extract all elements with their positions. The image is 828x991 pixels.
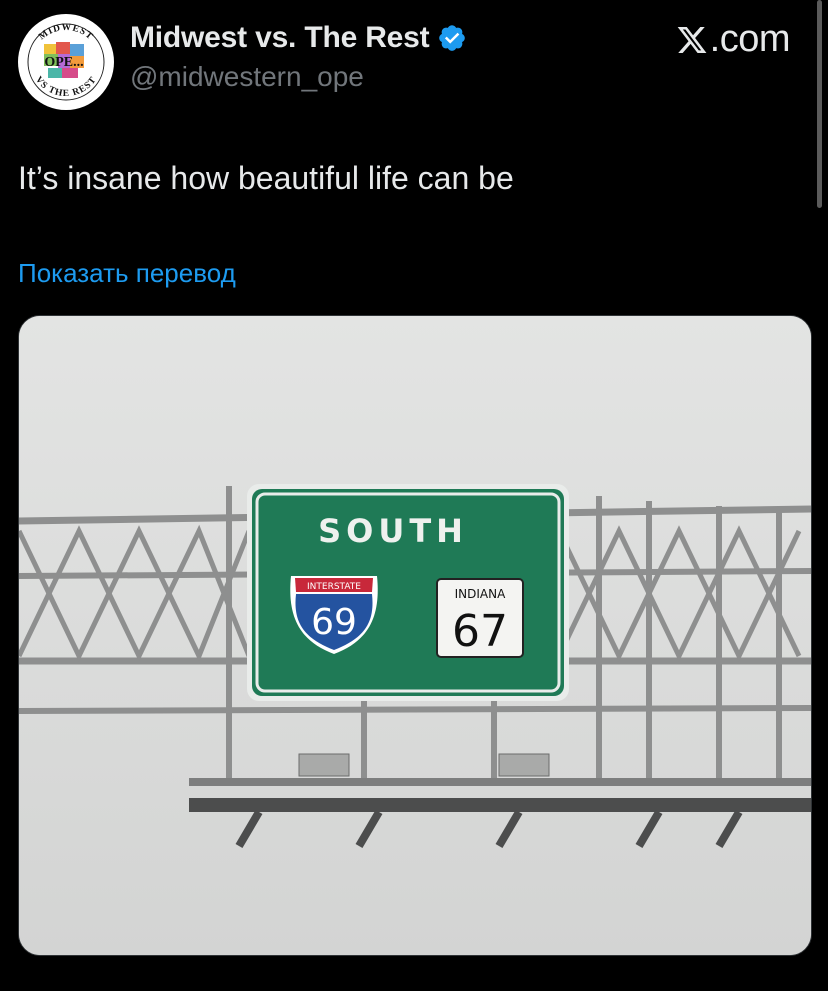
display-name[interactable]: Midwest vs. The Rest xyxy=(130,21,430,55)
brand-watermark: .com xyxy=(676,18,791,61)
tweet-media[interactable]: SOUTH INTERSTATE 69 INDIANA 67 xyxy=(18,315,812,956)
scrollbar[interactable] xyxy=(817,0,822,208)
sign-direction: SOUTH xyxy=(318,512,468,550)
interstate-banner: INTERSTATE xyxy=(307,582,361,592)
avatar[interactable]: OPE... MIDWEST VS THE REST xyxy=(18,14,114,110)
brand-label: .com xyxy=(709,18,791,60)
avatar-center-text: OPE... xyxy=(44,55,83,70)
account-handle[interactable]: @midwestern_ope xyxy=(130,61,364,93)
state-number: 67 xyxy=(452,606,508,657)
account-name-row[interactable]: Midwest vs. The Rest xyxy=(130,20,467,56)
highway-sign: SOUTH INTERSTATE 69 INDIANA 67 xyxy=(247,484,569,701)
state-route-shield-icon: INDIANA 67 xyxy=(436,578,524,658)
verified-badge-icon xyxy=(439,25,466,51)
interstate-number: 69 xyxy=(311,602,357,643)
state-banner: INDIANA xyxy=(455,587,506,601)
x-logo-icon xyxy=(677,26,707,53)
tweet-text: It’s insane how beautiful life can be xyxy=(18,160,514,196)
translate-link[interactable]: Показать перевод xyxy=(18,258,236,289)
